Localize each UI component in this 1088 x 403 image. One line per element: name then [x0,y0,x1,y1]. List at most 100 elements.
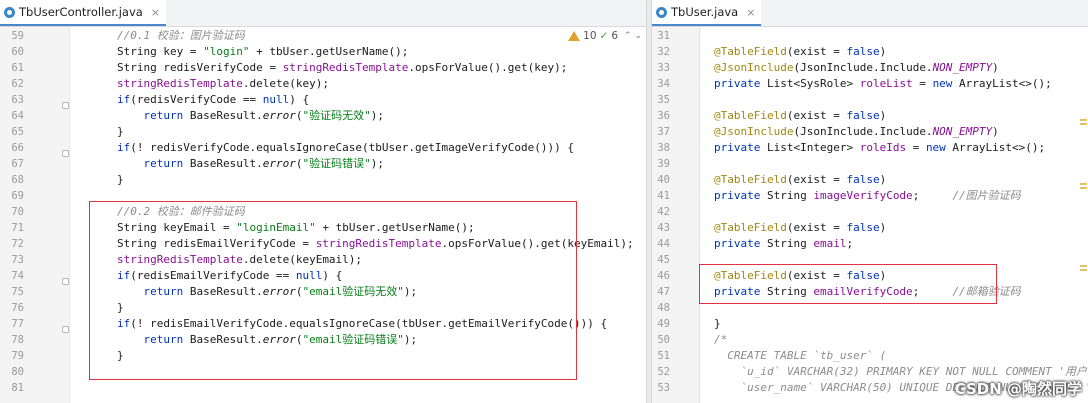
code-token: private [714,237,761,250]
code-text: String redisVerifyCode = stringRedisTemp… [117,60,567,76]
code-line[interactable]: 67 return BaseResult.error("验证码错误"); [0,156,646,172]
code-token: "验证码错误" [302,157,371,170]
code-token: ArrayList<>(); [952,77,1052,90]
code-line[interactable]: 31 [652,28,1088,44]
line-number: 50 [657,334,670,346]
code-line[interactable]: 64 return BaseResult.error("验证码无效"); [0,108,646,124]
code-token: = [912,77,933,90]
line-number: 32 [657,46,670,58]
code-line[interactable]: 50 /* [652,332,1088,348]
code-line[interactable]: 42 [652,204,1088,220]
code-token: NON_EMPTY [932,61,993,74]
code-line[interactable]: 44 private String email; [652,236,1088,252]
fold-icon[interactable] [62,102,69,109]
code-line[interactable]: 35 [652,92,1088,108]
code-token: false [846,45,880,58]
code-token: ArrayList<>(); [945,141,1046,154]
code-line[interactable]: 66 if(! redisVerifyCode.equalsIgnoreCase(… [0,140,646,156]
stripe-mark[interactable] [1080,269,1087,271]
code-token: private [714,77,761,90]
code-line[interactable]: 40 @TableField(exist = false) [652,172,1088,188]
code-token: (exist = [786,109,847,122]
java-class-icon [656,6,667,18]
code-line[interactable]: 38 private List<Integer> roleIds = new Ar… [652,140,1088,156]
highlight-box-email-field [699,264,997,304]
code-token: roleIds [859,141,907,154]
code-line[interactable]: 60 String key = "login" + tbUser.getUserN… [0,44,646,60]
line-number: 81 [11,382,24,394]
line-number: 53 [657,382,670,394]
error-stripe[interactable] [1078,27,1088,403]
code-text: @JsonInclude(JsonInclude.Include.NON_EMP… [714,124,999,140]
close-tab-icon[interactable]: × [151,6,160,19]
code-token: false [846,221,880,234]
code-token: (exist = [786,45,847,58]
code-token: String [760,189,814,202]
code-line[interactable]: 37 @JsonInclude(JsonInclude.Include.NON_E… [652,124,1088,140]
fold-icon[interactable] [62,150,69,157]
line-number: 35 [657,94,670,106]
line-number: 51 [657,350,670,362]
code-text: return BaseResult.error("验证码错误"); [117,156,383,172]
line-number: 74 [11,270,24,282]
fold-icon[interactable] [62,278,69,285]
code-text: private String imageVerifyCode; //图片验证码 [714,188,1021,204]
code-token: private [714,189,761,202]
code-text: stringRedisTemplate.delete(key); [117,76,329,92]
code-line[interactable]: 32 @TableField(exist = false) [652,44,1088,60]
code-token: if [117,93,131,106]
code-line[interactable]: 81 [0,380,646,396]
highlight-box-email-check [89,201,577,380]
code-text: } [714,316,721,332]
code-line[interactable]: 49} [652,316,1088,332]
code-line[interactable]: 61 String redisVerifyCode = stringRedisTe… [0,60,646,76]
code-token: //图片验证码 [952,189,1021,202]
code-line[interactable]: 51 CREATE TABLE `tb_user` ( [652,348,1088,364]
code-token: ) [879,109,887,122]
code-token: (redisVerifyCode == [130,93,263,106]
line-number: 60 [11,46,24,58]
line-number: 45 [657,254,670,266]
code-line[interactable]: 63 if(redisVerifyCode == null) { [0,92,646,108]
line-number: 33 [657,62,670,74]
code-token: email [813,237,847,250]
code-line[interactable]: 34 private List<SysRole> roleList = new A… [652,76,1088,92]
code-token: ) [992,61,999,74]
code-token: (JsonInclude.Include. [793,61,933,74]
code-token: "验证码无效" [302,109,371,122]
stripe-mark[interactable] [1080,265,1087,267]
code-line[interactable]: 36 @TableField(exist = false) [652,108,1088,124]
code-line[interactable]: 43 @TableField(exist = false) [652,220,1088,236]
tab-tbusercontroller[interactable]: TbUserController.java × [0,0,167,26]
code-line[interactable]: 41 private String imageVerifyCode; //图片验证… [652,188,1088,204]
code-token: if [117,141,131,154]
fold-icon[interactable] [62,326,69,333]
code-token: ) [879,173,887,186]
code-text: private String email; [714,236,853,252]
tab-tbuser[interactable]: TbUser.java × [652,0,762,26]
code-line[interactable]: 39 [652,156,1088,172]
stripe-mark[interactable] [1080,183,1087,185]
code-text: } [117,124,124,140]
code-text: @TableField(exist = false) [714,172,886,188]
watermark: CSDN @陶然同学 [954,380,1082,398]
code-token: "login" [203,45,250,58]
tab-bar-right: TbUser.java × [652,0,1088,27]
code-line[interactable]: 65} [0,124,646,140]
stripe-mark[interactable] [1080,119,1087,121]
code-token: ) [879,221,887,234]
line-number: 46 [657,270,670,282]
stripe-mark[interactable] [1080,187,1087,189]
line-number: 52 [657,366,670,378]
code-line[interactable]: 33 @JsonInclude(JsonInclude.Include.NON_E… [652,60,1088,76]
code-line[interactable]: 62 stringRedisTemplate.delete(key); [0,76,646,92]
code-token: + tbUser.getUserName(); [249,45,409,58]
code-token: @JsonInclude [714,61,794,74]
code-line[interactable]: 59 //0.1 校验：图片验证码 [0,28,646,44]
line-number: 73 [11,254,24,266]
code-line[interactable]: 68} [0,172,646,188]
stripe-mark[interactable] [1080,123,1087,125]
tab-label: TbUserController.java [19,5,143,19]
close-tab-icon[interactable]: × [746,6,755,19]
line-number: 71 [11,222,24,234]
